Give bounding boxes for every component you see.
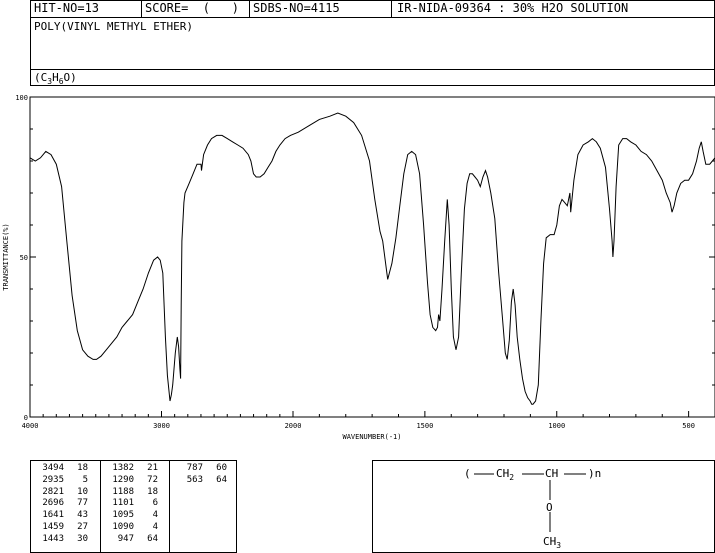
sdbs-number: SDBS-NO=4115: [253, 1, 340, 15]
peak-transmittance: 18: [77, 463, 88, 473]
peak-table-divider-2: [169, 460, 170, 553]
structure-close-n: )n: [588, 467, 602, 480]
peak-transmittance: 43: [77, 510, 88, 521]
peak-row: 1459 27: [34, 522, 88, 534]
peak-row: 2696 77: [34, 498, 88, 510]
y-tick-label: 100: [15, 94, 28, 102]
ir-spectrum-chart: 4000 3000 2000 1500 1000 500 0 50 100 TRANSMITTA…: [2, 94, 715, 441]
peak-row: 1095 4: [104, 510, 158, 522]
structure-ch2: CH2: [496, 467, 515, 483]
x-tick-label: 2000: [285, 422, 302, 430]
peak-column-3: 787 60 563 64: [173, 463, 227, 487]
structure-open-paren: (: [464, 467, 471, 480]
x-tick-label: 4000: [22, 422, 39, 430]
peak-row: 2821 10: [34, 487, 88, 499]
peak-transmittance: 6: [152, 498, 158, 509]
structure-ch3: CH3: [543, 535, 562, 551]
peak-row: 1090 4: [104, 522, 158, 534]
peak-transmittance: 77: [77, 498, 88, 509]
peak-row: 563 64: [173, 475, 227, 487]
peak-wavenumber: 787: [186, 463, 203, 473]
y-tick-label: 0: [24, 414, 28, 422]
peak-wavenumber: 1188: [112, 486, 134, 497]
peak-row: 1188 18: [104, 487, 158, 499]
peak-wavenumber: 2696: [42, 498, 64, 509]
ir-spectrum-id: IR-NIDA-09364 : 30% H2O SOLUTION: [397, 1, 629, 15]
peak-row: 947 64: [104, 534, 158, 546]
compound-name: POLY(VINYL METHYL ETHER): [34, 20, 193, 33]
score: SCORE= ( ): [145, 1, 239, 15]
plot-frame: [29, 96, 715, 418]
peak-row: 1101 6: [104, 498, 158, 510]
peak-row: 3494 18: [34, 463, 88, 475]
peak-wavenumber: 1443: [42, 533, 64, 544]
peak-wavenumber: 2935: [42, 474, 64, 485]
peak-transmittance: 64: [147, 533, 158, 544]
peak-column-1: 3494 18 2935 5 2821 10 2696 77 1641 43 1459 27 1443 3…: [34, 463, 88, 546]
structure-oxygen: O: [546, 501, 553, 514]
peak-row: 1443 30: [34, 534, 88, 546]
x-tick-label: 1500: [416, 422, 433, 430]
peak-wavenumber: 1095: [112, 510, 134, 521]
peak-transmittance: 64: [216, 474, 227, 485]
peak-transmittance: 30: [77, 533, 88, 544]
spectrum-series-line: [29, 112, 715, 405]
peak-table-divider-1: [100, 460, 101, 553]
peak-wavenumber: 1641: [42, 510, 64, 521]
peak-row: 1290 72: [104, 475, 158, 487]
peak-transmittance: 27: [77, 521, 88, 532]
y-axis-label: TRANSMITTANCE(%): [2, 223, 10, 290]
y-tick-label: 50: [20, 254, 28, 262]
peak-row: 1641 43: [34, 510, 88, 522]
peak-wavenumber: 563: [186, 474, 203, 485]
molecular-formula: (C3H6O): [34, 71, 77, 87]
peak-wavenumber: 1459: [42, 521, 64, 532]
x-tick-label: 500: [682, 422, 695, 430]
structure-ch: CH: [545, 467, 559, 480]
peak-wavenumber: 1090: [112, 521, 134, 532]
peak-transmittance: 72: [147, 474, 158, 485]
peak-transmittance: 60: [216, 463, 227, 473]
peak-transmittance: 18: [147, 486, 158, 497]
peak-wavenumber: 947: [117, 533, 134, 544]
peak-transmittance: 4: [152, 521, 158, 532]
peak-wavenumber: 1290: [112, 474, 134, 485]
x-tick-label: 1000: [548, 422, 565, 430]
peak-row: 1382 21: [104, 463, 158, 475]
peak-wavenumber: 2821: [42, 486, 64, 497]
hit-number: HIT-NO=13: [34, 1, 100, 15]
peak-wavenumber: 1101: [112, 498, 134, 509]
x-axis-label: WAVENUMBER(-1): [342, 433, 401, 441]
peak-transmittance: 10: [77, 486, 88, 497]
peak-transmittance: 5: [82, 474, 88, 485]
compound-divider: [30, 69, 715, 70]
peak-wavenumber: 3494: [42, 463, 64, 473]
x-tick-label: 3000: [153, 422, 170, 430]
peak-wavenumber: 1382: [112, 463, 134, 473]
peak-row: 787 60: [173, 463, 227, 475]
peak-row: 2935 5: [34, 475, 88, 487]
peak-transmittance: 4: [152, 510, 158, 521]
peak-column-2: 1382 21 1290 72 1188 18 1101 6 1095 4 1090 4 947 64: [104, 463, 158, 546]
peak-transmittance: 21: [147, 463, 158, 473]
